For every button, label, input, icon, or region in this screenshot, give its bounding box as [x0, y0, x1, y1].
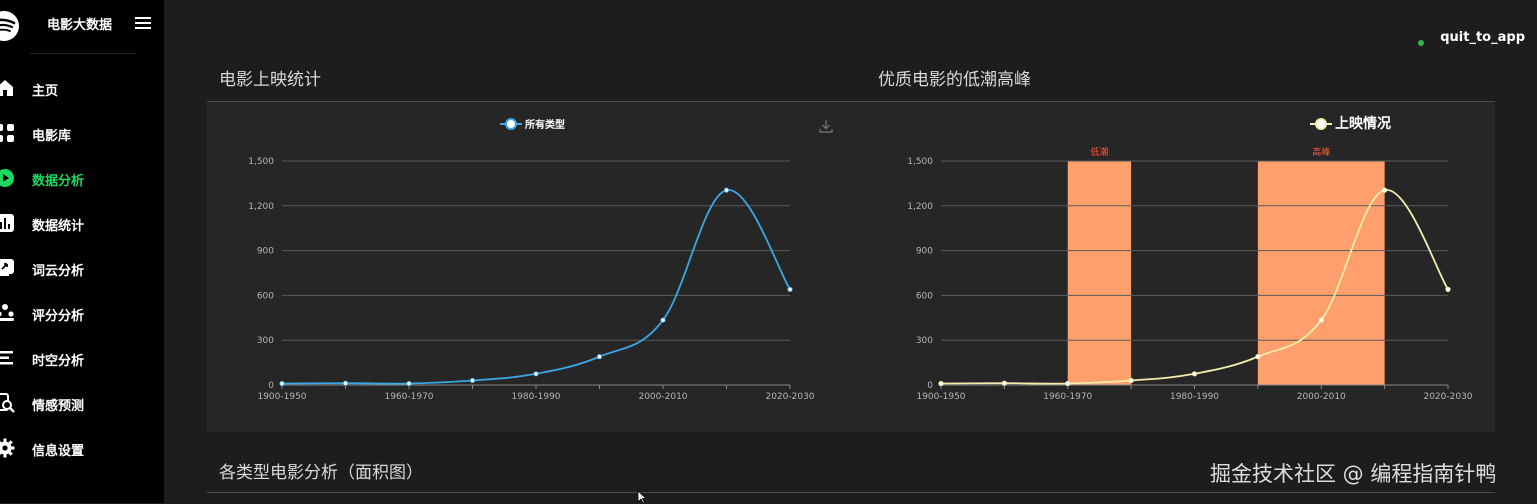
- search-doc-icon: [0, 393, 15, 413]
- tag-icon: [0, 259, 14, 276]
- sidebar-item-sentiment-prediction[interactable]: 情感预测: [0, 381, 164, 426]
- sidebar-item-label: 信息设置: [32, 444, 85, 459]
- sidebar-item-data-statistics[interactable]: 数据统计: [0, 201, 164, 246]
- data-point: [1445, 286, 1451, 293]
- x-tick-label: 1960-1970: [384, 392, 433, 402]
- y-tick-label: 300: [916, 336, 933, 346]
- sidebar-item-label: 主页: [32, 84, 59, 99]
- data-point: [660, 317, 666, 323]
- sidebar: 电影大数据 主页 电影库 数据分析 数据统计 词云分析 评分分析 时空分析 情感…: [0, 0, 164, 503]
- y-tick-label: 600: [916, 291, 933, 301]
- x-tick-label: 1980-1990: [511, 392, 560, 402]
- download-glyph: [819, 120, 833, 133]
- sidebar-item-movie-library[interactable]: 电影库: [0, 111, 164, 156]
- section-title-release-stats: 电影上映统计: [219, 70, 321, 90]
- mark-area-label: 低潮: [1090, 146, 1108, 158]
- online-status-dot: [1418, 40, 1425, 46]
- timeline-icon: [0, 351, 13, 365]
- home-icon: [0, 80, 13, 96]
- sidebar-item-data-analysis[interactable]: 数据分析: [0, 156, 164, 201]
- data-point: [1191, 371, 1198, 377]
- y-tick-label: 1,200: [248, 202, 274, 212]
- section-title-genre-area: 各类型电影分析（面积图）: [219, 463, 423, 483]
- chart-peaks[interactable]: 低潮 高峰 0 300 600 900 1,200 1,500 1900-1950 1960-19…: [851, 102, 1495, 432]
- data-point: [1065, 380, 1071, 387]
- data-point: [1128, 377, 1134, 384]
- mark-area: [1067, 161, 1132, 385]
- data-point: [787, 286, 793, 293]
- x-tick-label: 2000-2010: [1297, 392, 1346, 402]
- grid-icon: [0, 124, 14, 142]
- sidebar-item-word-cloud[interactable]: 词云分析: [0, 246, 164, 291]
- gear-icon: [0, 438, 15, 458]
- data-point: [1255, 354, 1261, 360]
- sidebar-item-rating-analysis[interactable]: 评分分析: [0, 291, 164, 336]
- data-point: [723, 187, 730, 193]
- data-point: [342, 380, 349, 386]
- sidebar-item-settings[interactable]: 信息设置: [0, 426, 164, 471]
- hamburger-menu-icon[interactable]: [134, 14, 152, 32]
- mouse-cursor-icon: [637, 490, 647, 504]
- data-point: [406, 380, 412, 387]
- sidebar-item-label: 时空分析: [32, 354, 85, 369]
- data-point: [938, 380, 944, 387]
- download-icon[interactable]: [819, 120, 833, 133]
- sidebar-item-label: 情感预测: [32, 399, 85, 414]
- bar-chart-icon: [0, 214, 14, 232]
- section-title-peaks: 优质电影的低潮高峰: [878, 70, 1031, 90]
- mark-area-label: 高峰: [1312, 146, 1330, 158]
- sidebar-nav: 主页 电影库 数据分析 数据统计 词云分析 评分分析 时空分析 情感预测 信息设…: [0, 66, 164, 471]
- y-tick-label: 1,500: [248, 157, 274, 167]
- data-point: [469, 377, 476, 384]
- x-tick-label: 2020-2030: [1423, 392, 1472, 402]
- sidebar-item-label: 数据统计: [32, 219, 85, 234]
- y-tick-label: 0: [927, 381, 933, 391]
- chart-release-stats[interactable]: 0 300 600 900 1,200 1,500 1900-1950 1960-1970 19…: [207, 102, 851, 432]
- legend-marker: [505, 118, 517, 130]
- series-line: [281, 189, 791, 385]
- legend-label: 上映情况: [1335, 115, 1391, 132]
- sidebar-item-label: 电影库: [32, 129, 72, 144]
- y-tick-label: 300: [257, 336, 274, 346]
- y-tick-label: 0: [268, 381, 274, 391]
- mark-area: [1257, 161, 1385, 385]
- sidebar-item-home[interactable]: 主页: [0, 66, 164, 111]
- legend-label: 所有类型: [525, 118, 565, 131]
- watermark: 掘金技术社区 @ 编程指南针鸭: [1210, 462, 1497, 486]
- sidebar-item-label: 词云分析: [32, 264, 85, 279]
- brand-divider: [30, 53, 136, 54]
- status-text: quit_to_app: [1440, 30, 1525, 45]
- data-point: [1318, 317, 1324, 323]
- x-tick-label: 2020-2030: [765, 392, 814, 402]
- main-content: quit_to_app 电影上映统计 优质电影的低潮高峰 0 300 600 900 1…: [164, 0, 1537, 503]
- y-tick-label: 600: [257, 291, 274, 301]
- x-tick-label: 1960-1970: [1043, 392, 1092, 402]
- charts-panel: 0 300 600 900 1,200 1,500 1900-1950 1960-1970 19…: [207, 102, 1495, 432]
- legend-marker: [1315, 118, 1327, 130]
- play-circle-icon: [0, 169, 14, 187]
- data-point: [533, 371, 539, 377]
- section-divider-bottom: [207, 492, 1495, 493]
- x-tick-label: 2000-2010: [638, 392, 687, 402]
- brand: 电影大数据: [0, 0, 164, 52]
- x-tick-label: 1980-1990: [1170, 392, 1219, 402]
- data-point: [1001, 380, 1007, 386]
- data-point: [596, 354, 603, 360]
- y-tick-label: 1,500: [907, 157, 933, 167]
- app-title: 电影大数据: [47, 18, 113, 33]
- y-tick-label: 1,200: [907, 202, 933, 212]
- y-tick-label: 900: [257, 247, 274, 257]
- user-status[interactable]: quit_to_app: [1418, 26, 1525, 46]
- spotify-logo-icon: [0, 11, 19, 41]
- sidebar-item-spatiotemporal[interactable]: 时空分析: [0, 336, 164, 381]
- x-tick-label: 1900-1950: [257, 392, 306, 402]
- data-point: [1382, 187, 1388, 193]
- sidebar-item-label: 评分分析: [32, 309, 85, 324]
- x-tick-label: 1900-1950: [916, 392, 965, 402]
- sidebar-item-label: 数据分析: [32, 174, 85, 189]
- data-point: [279, 380, 285, 387]
- y-tick-label: 900: [916, 247, 933, 257]
- people-icon: [0, 304, 14, 321]
